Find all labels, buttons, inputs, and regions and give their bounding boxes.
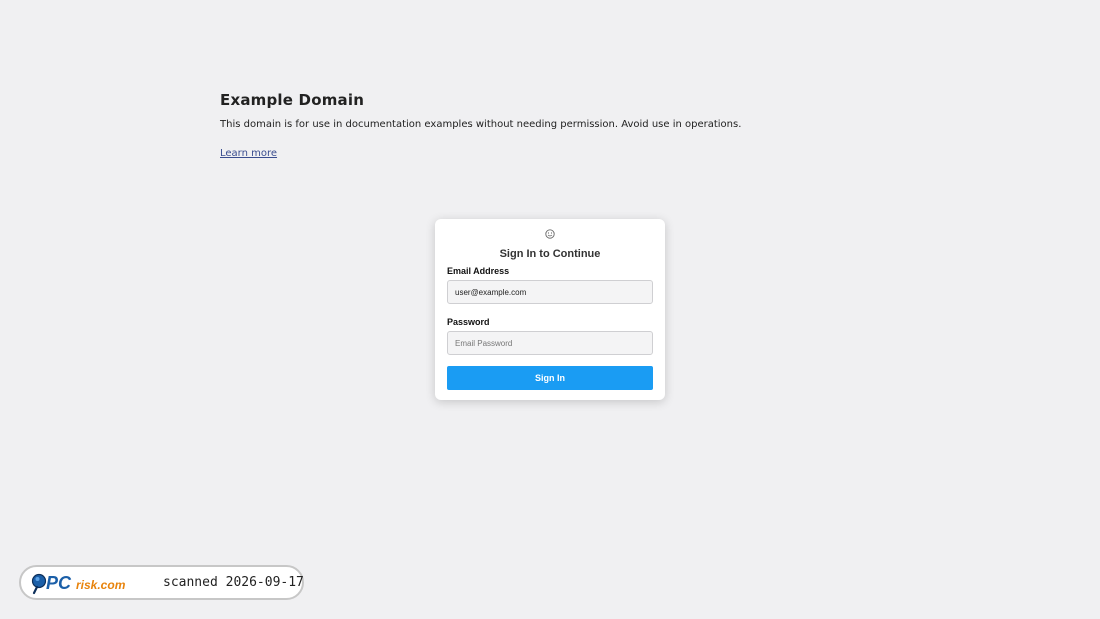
page-description: This domain is for use in documentation … (220, 119, 742, 130)
page: Example Domain This domain is for use in… (0, 0, 1100, 619)
email-label: Email Address (447, 266, 510, 276)
password-input[interactable] (447, 331, 653, 355)
svg-text:PC: PC (46, 573, 72, 593)
page-title: Example Domain (220, 91, 365, 109)
password-label: Password (447, 317, 490, 327)
pcrisk-logo: PC risk.com (31, 571, 143, 595)
email-input[interactable] (447, 280, 653, 304)
scan-date-text: scanned 2026-09-17 (163, 574, 304, 590)
domain-content: Example Domain This domain is for use in… (220, 90, 860, 161)
sign-in-button[interactable]: Sign In (447, 366, 653, 390)
learn-more-link[interactable]: Learn more (220, 147, 277, 161)
login-title: Sign In to Continue (499, 248, 601, 260)
svg-text:risk.com: risk.com (76, 578, 126, 592)
login-card: Sign In to Continue Email Address Passwo… (435, 219, 665, 400)
scan-badge: PC risk.com scanned 2026-09-17 (19, 565, 304, 600)
smiley-face-icon (447, 229, 653, 241)
